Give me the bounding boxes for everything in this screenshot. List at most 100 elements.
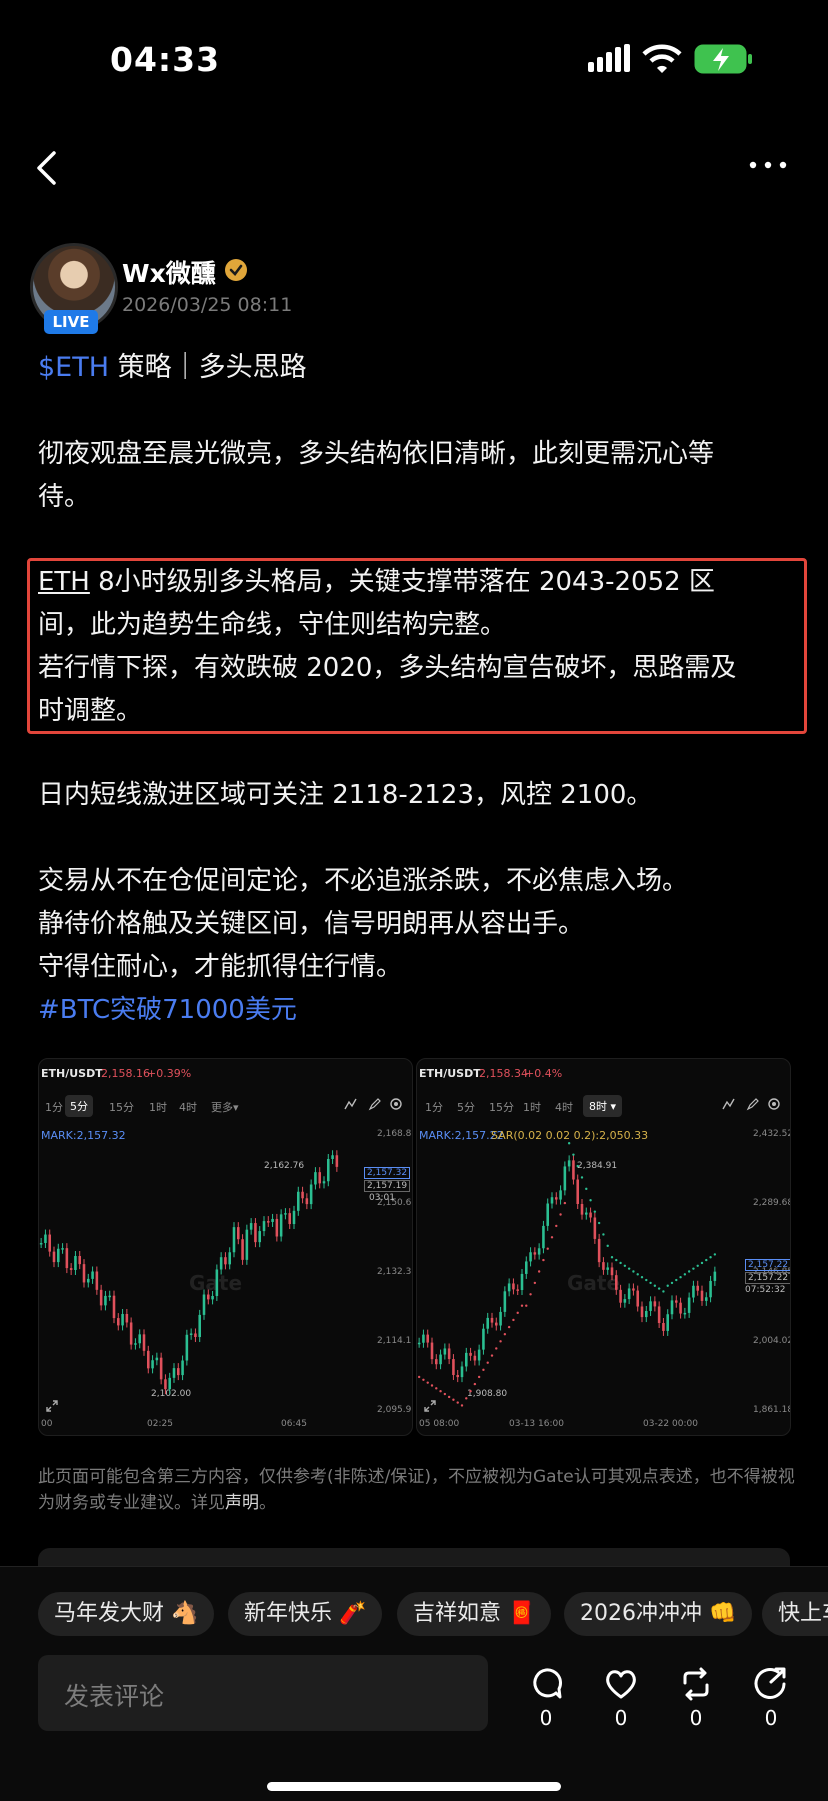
- candle: [542, 1225, 545, 1249]
- candle: [267, 1221, 270, 1223]
- candle: [580, 1203, 584, 1215]
- disclaimer-link[interactable]: 声明: [225, 1493, 259, 1513]
- candle: [327, 1158, 330, 1182]
- candle: [138, 1334, 141, 1344]
- sar-dot: [666, 1284, 669, 1287]
- candle: [516, 1289, 519, 1291]
- like-icon[interactable]: [601, 1666, 641, 1702]
- candle: [99, 1289, 103, 1306]
- comment-placeholder: 发表评论: [64, 1682, 165, 1711]
- candle: [121, 1313, 124, 1326]
- chart-change: +0.39%: [147, 1067, 192, 1080]
- expand-icon[interactable]: [423, 1399, 437, 1413]
- chart-tab[interactable]: 1分: [425, 1099, 443, 1115]
- candle: [65, 1248, 69, 1269]
- quick-reply-chip[interactable]: 快上车: [762, 1592, 828, 1636]
- sar-dot: [589, 1199, 592, 1202]
- candle: [670, 1300, 674, 1315]
- back-button[interactable]: [34, 150, 60, 186]
- chart-tab[interactable]: 4时: [555, 1099, 573, 1115]
- candle: [683, 1312, 687, 1315]
- y-tick: 2,289.68: [753, 1198, 791, 1208]
- chart-tab-active[interactable]: 5分: [65, 1095, 93, 1117]
- sar-dot: [533, 1281, 537, 1285]
- candle: [649, 1301, 652, 1311]
- sar-dot: [585, 1187, 588, 1191]
- candle: [254, 1223, 257, 1243]
- repost-icon[interactable]: [676, 1666, 716, 1702]
- disclaimer: 此页面可能包含第三方内容，仅供参考(非陈述/保证)，不应被视为Gate认可其观点…: [38, 1464, 798, 1516]
- chart-tab[interactable]: 1分: [45, 1099, 63, 1115]
- candle: [627, 1288, 631, 1300]
- quick-reply-chip[interactable]: 吉祥如意 🧧: [397, 1592, 552, 1636]
- candle: [44, 1234, 47, 1243]
- candle: [48, 1234, 51, 1252]
- candle: [585, 1212, 588, 1215]
- candle: [181, 1360, 184, 1376]
- sar-dot: [537, 1270, 541, 1273]
- candle: [194, 1333, 197, 1338]
- expand-icon[interactable]: [45, 1399, 59, 1413]
- comment-icon[interactable]: [526, 1666, 566, 1702]
- chart-card-5m[interactable]: ETH/USDT 2,158.16 +0.39% 1分 5分 15分 1时 4时…: [38, 1058, 413, 1436]
- x-tick: 03-13 16:00: [509, 1419, 564, 1429]
- candle: [529, 1252, 532, 1262]
- quick-reply-chip[interactable]: 新年快乐 🧨: [228, 1592, 383, 1636]
- sar-dot: [636, 1273, 639, 1276]
- sar-dot: [623, 1264, 627, 1267]
- post-title: $ETH 策略｜多头思路: [38, 346, 307, 389]
- ticker-link[interactable]: $ETH: [38, 352, 109, 383]
- paragraph-line: 若行情下探，有效跌破 2020，多头结构宣告破坏，思路需及: [38, 653, 737, 683]
- candle: [525, 1261, 528, 1274]
- candle: [117, 1318, 120, 1326]
- author-name[interactable]: Wx微醺: [122, 254, 216, 290]
- candlestick-plot: [417, 1142, 717, 1407]
- candle: [636, 1290, 639, 1307]
- quick-reply-chip[interactable]: 2026冲冲冲 👊: [564, 1592, 753, 1636]
- candle: [460, 1366, 464, 1378]
- candle: [512, 1283, 515, 1290]
- paragraph-line: 待。: [38, 482, 91, 512]
- chart-price: 2,158.16: [101, 1067, 150, 1080]
- candle: [546, 1203, 549, 1226]
- chart-tab-active[interactable]: 8时 ▾: [583, 1095, 623, 1117]
- sar-dot: [572, 1153, 575, 1156]
- chart-tab[interactable]: 5分: [457, 1099, 475, 1115]
- candle: [576, 1179, 579, 1204]
- candle: [550, 1197, 554, 1204]
- chart-tab[interactable]: 4时: [179, 1099, 197, 1115]
- home-indicator[interactable]: [267, 1782, 561, 1791]
- eth-link[interactable]: ETH: [38, 567, 90, 597]
- hashtag-link[interactable]: #BTC突破71000美元: [38, 989, 688, 1032]
- paragraph-line: 守得住耐心，才能抓得住行情。: [38, 952, 403, 982]
- candle: [499, 1311, 502, 1326]
- sar-dot: [653, 1284, 657, 1287]
- candle: [228, 1252, 231, 1265]
- candle: [159, 1357, 163, 1380]
- paragraph-line: 8小时级别多头格局，关键支撑带落在 2043-2052 区: [98, 567, 715, 597]
- chart-tab[interactable]: 更多▾: [211, 1099, 239, 1115]
- share-icon[interactable]: [751, 1666, 791, 1702]
- chart-tools-icon[interactable]: [722, 1097, 782, 1111]
- chart-card-8h[interactable]: ETH/USDT 2,158.34 +0.4% 1分 5分 15分 1时 4时 …: [416, 1058, 791, 1436]
- comment-count: 0: [539, 1706, 553, 1730]
- sar-dot: [550, 1236, 554, 1239]
- quick-reply-chip[interactable]: 马年发大财 🐴: [38, 1592, 215, 1636]
- chart-tools-icon[interactable]: [344, 1097, 404, 1111]
- sar-dot: [490, 1354, 494, 1357]
- sar-dot: [615, 1258, 618, 1262]
- sar-dot: [482, 1368, 485, 1372]
- sar-dot: [709, 1256, 712, 1259]
- candle: [232, 1227, 236, 1253]
- chart-tab[interactable]: 1时: [523, 1099, 541, 1115]
- chart-tab[interactable]: 1时: [149, 1099, 167, 1115]
- candle: [211, 1295, 214, 1300]
- post-date: 2026/03/25 08:11: [122, 294, 293, 316]
- sar-dot: [430, 1384, 434, 1387]
- chart-tab[interactable]: 15分: [489, 1099, 514, 1115]
- candle: [177, 1368, 180, 1376]
- y-tick: 2,004.02: [753, 1336, 791, 1346]
- more-options-button[interactable]: [748, 158, 788, 172]
- candle: [490, 1317, 494, 1323]
- chart-tab[interactable]: 15分: [109, 1099, 134, 1115]
